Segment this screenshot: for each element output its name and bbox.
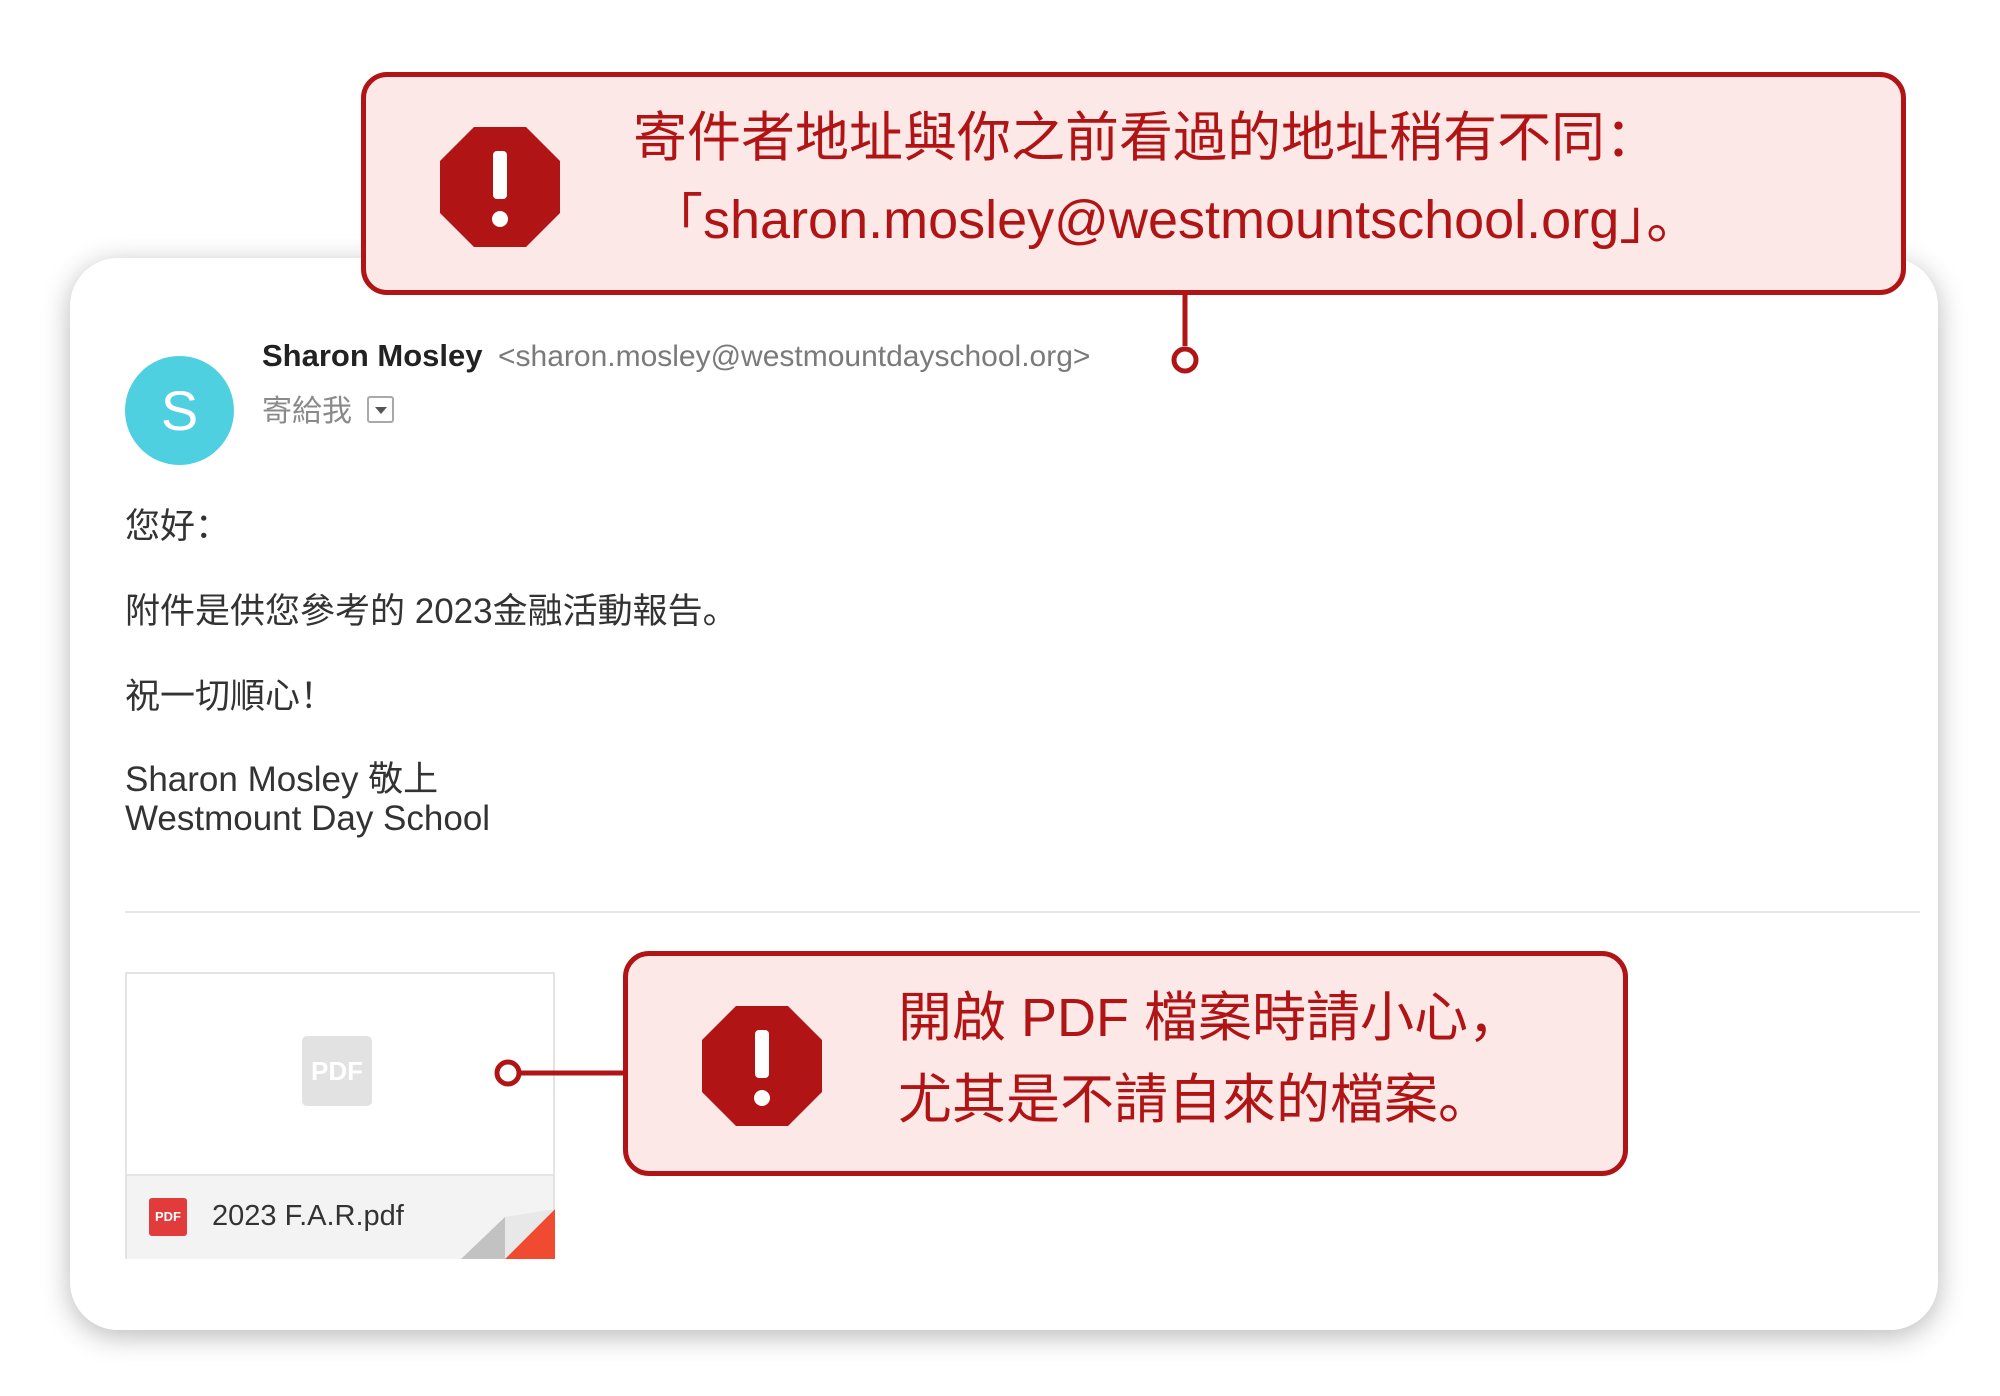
signature-organization: Westmount Day School bbox=[125, 799, 491, 838]
email-body-line: 附件是供您參考的 2023金融活動報告。 bbox=[125, 592, 738, 631]
stop-warning-icon bbox=[702, 1006, 822, 1126]
attachment-warning-text: 開啟 PDF 檔案時請小心， 尤其是不請自來的檔案。 bbox=[898, 977, 1522, 1141]
email-closing: 祝一切順心！ bbox=[125, 677, 336, 716]
sender-name: Sharon Mosley bbox=[262, 338, 483, 373]
stop-warning-icon bbox=[440, 127, 560, 247]
recipient-details-dropdown-icon[interactable] bbox=[367, 396, 394, 423]
page-corner-fold-icon bbox=[461, 1209, 555, 1259]
sender-avatar[interactable]: S bbox=[125, 356, 234, 465]
attachment-warning-line1: 開啟 PDF 檔案時請小心， bbox=[898, 988, 1523, 1048]
pdf-attachment[interactable]: PDF PDF 2023 F.A.R.pdf bbox=[125, 972, 555, 1259]
attachment-warning-connector bbox=[494, 1059, 630, 1087]
email-greeting: 您好： bbox=[125, 507, 231, 546]
recipient-label: 寄給我 bbox=[262, 395, 352, 428]
sender-warning-text: 寄件者地址與你之前看過的地址稍有不同： 「sharon.mosley@westm… bbox=[633, 97, 1700, 261]
sender-email: <sharon.mosley@westmountdayschool.org> bbox=[498, 340, 1091, 373]
signature-name: Sharon Mosley 敬上 bbox=[125, 760, 439, 799]
attachment-filename: 2023 F.A.R.pdf bbox=[212, 1200, 404, 1232]
sender-address-warning: 寄件者地址與你之前看過的地址稍有不同： 「sharon.mosley@westm… bbox=[361, 72, 1906, 295]
sender-warning-connector bbox=[1171, 290, 1199, 374]
attachment-warning-line2: 尤其是不請自來的檔案。 bbox=[898, 1070, 1492, 1130]
sender-warning-line2: 「sharon.mosley@westmountschool.org」。 bbox=[649, 190, 1701, 250]
attachment-divider bbox=[125, 911, 1920, 913]
sender-warning-line1: 寄件者地址與你之前看過的地址稍有不同： bbox=[633, 108, 1659, 168]
pdf-preview-icon: PDF bbox=[302, 1036, 372, 1106]
attachment-warning: 開啟 PDF 檔案時請小心， 尤其是不請自來的檔案。 bbox=[623, 951, 1628, 1176]
pdf-file-icon: PDF bbox=[149, 1198, 187, 1236]
